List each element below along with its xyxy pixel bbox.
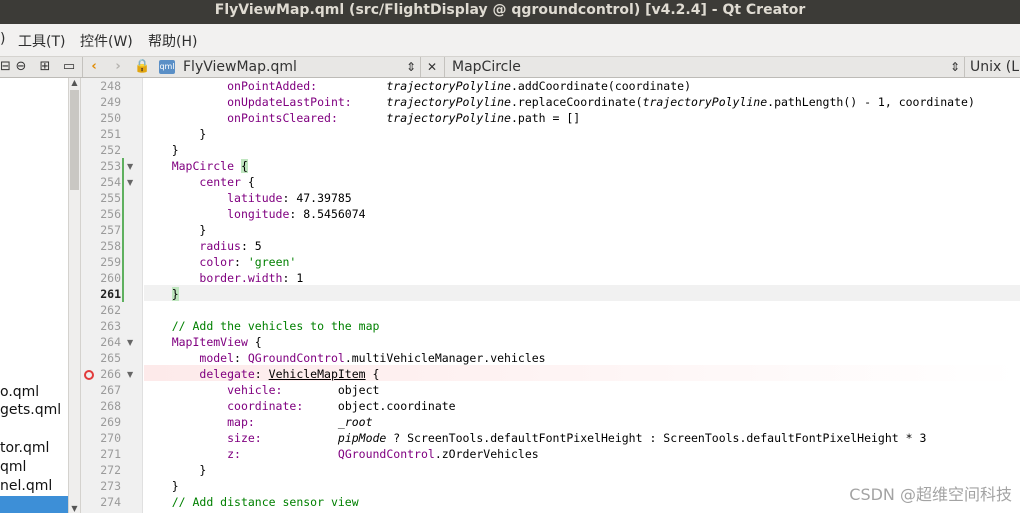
window-title: FlyViewMap.qml (src/FlightDisplay @ qgro…	[214, 2, 806, 18]
line-number[interactable]: 268	[91, 399, 121, 413]
code-line: }	[199, 463, 207, 477]
code-line: delegate: VehicleMapItem {	[199, 367, 380, 381]
scroll-down-icon[interactable]: ▼	[69, 504, 80, 513]
file-list-item[interactable]: qml	[0, 459, 26, 475]
line-number[interactable]: 252	[91, 143, 121, 157]
line-number[interactable]: 250	[91, 111, 121, 125]
selected-row-highlight	[0, 496, 68, 513]
line-number[interactable]: 253	[91, 159, 121, 173]
line-number[interactable]: 265	[91, 351, 121, 365]
code-line: onPointAdded: trajectoryPolyline.addCoor…	[227, 79, 691, 93]
code-line: center {	[199, 175, 255, 189]
breakpoint-icon[interactable]	[84, 370, 94, 380]
code-line: z: QGroundControl.zOrderVehicles	[227, 447, 539, 461]
line-number[interactable]: 262	[91, 303, 121, 317]
code-line: // Add distance sensor view	[171, 495, 359, 509]
code-line: onPointsCleared: trajectoryPolyline.path…	[227, 111, 581, 125]
symbol-updown-icon[interactable]: ⇕	[948, 57, 962, 77]
vertical-scrollbar[interactable]: ▲ ▼	[68, 78, 81, 513]
line-number[interactable]: 266	[91, 367, 121, 381]
line-number[interactable]: 251	[91, 127, 121, 141]
code-line: }	[199, 127, 207, 141]
line-number[interactable]: 272	[91, 463, 121, 477]
document-updown-icon[interactable]: ⇕	[404, 57, 418, 77]
forward-icon[interactable]: ›	[110, 57, 126, 77]
line-number[interactable]: 260	[91, 271, 121, 285]
code-line: border.width: 1	[199, 271, 304, 285]
back-icon[interactable]: ‹	[86, 57, 102, 77]
code-line: }	[199, 223, 207, 237]
code-line: }	[171, 143, 179, 157]
fold-toggle-icon[interactable]: ▼	[127, 338, 137, 347]
change-marker	[122, 158, 124, 302]
line-number-gutter[interactable]: 248 249 250 251 252 253 ▼ 254 ▼ 255 256 257 258 259 26…	[81, 78, 143, 513]
line-number[interactable]: 256	[91, 207, 121, 221]
line-number[interactable]: 270	[91, 431, 121, 445]
file-list-item[interactable]: nel.qml	[0, 478, 52, 494]
line-number[interactable]: 254	[91, 175, 121, 189]
open-document-name[interactable]: FlyViewMap.qml	[183, 57, 297, 77]
code-line: coordinate: object.coordinate	[227, 399, 456, 413]
line-number[interactable]: 273	[91, 479, 121, 493]
qml-file-icon: qml	[159, 60, 175, 74]
scrollbar-thumb[interactable]	[70, 90, 79, 190]
menu-bar: ) 工具(T) 控件(W) 帮助(H)	[0, 24, 1020, 57]
line-number[interactable]: 258	[91, 239, 121, 253]
split-icon[interactable]: ⊟	[0, 57, 11, 77]
code-line: }	[171, 287, 179, 301]
menu-item-widgets[interactable]: 控件(W)	[80, 31, 133, 51]
code-line: latitude: 47.39785	[227, 191, 352, 205]
file-list-item[interactable]: gets.qml	[0, 402, 61, 418]
line-number[interactable]: 255	[91, 191, 121, 205]
current-line-highlight	[144, 285, 1020, 301]
line-number[interactable]: 267	[91, 383, 121, 397]
file-list-item[interactable]: o.qml	[0, 384, 39, 400]
code-line: // Add the vehicles to the map	[171, 319, 380, 333]
lock-icon: 🔒	[134, 59, 151, 74]
line-number[interactable]: 248	[91, 79, 121, 93]
code-line: MapItemView {	[171, 335, 262, 349]
line-number[interactable]: 269	[91, 415, 121, 429]
editor-toolbar: ⊟ ⊖ ⊞ ▭ ‹ › 🔒 qml FlyViewMap.qml ⇕ ✕ Map…	[0, 57, 1020, 78]
code-line: }	[171, 479, 179, 493]
code-line: longitude: 8.5456074	[227, 207, 366, 221]
watermark: CSDN @超维空间科技	[849, 485, 1012, 504]
link-icon[interactable]: ⊖	[12, 57, 30, 77]
split-window-icon[interactable]: ▭	[60, 57, 78, 77]
split-horizontal-icon[interactable]: ⊞	[36, 57, 54, 77]
fold-toggle-icon[interactable]: ▼	[127, 178, 137, 187]
code-editor[interactable]: onPointAdded: trajectoryPolyline.addCoor…	[144, 78, 1020, 513]
code-line: onUpdateLastPoint: trajectoryPolyline.re…	[227, 95, 975, 109]
line-number[interactable]: 249	[91, 95, 121, 109]
line-ending-selector[interactable]: Unix (LF)	[970, 57, 1020, 77]
line-number[interactable]: 271	[91, 447, 121, 461]
menu-item-help[interactable]: 帮助(H)	[148, 31, 197, 51]
window-title-bar: FlyViewMap.qml (src/FlightDisplay @ qgro…	[0, 0, 1020, 24]
line-number[interactable]: 257	[91, 223, 121, 237]
fold-toggle-icon[interactable]: ▼	[127, 162, 137, 171]
project-file-list: o.qml gets.qml tor.qml qml nel.qml	[0, 78, 68, 513]
code-line: color: 'green'	[199, 255, 297, 269]
scroll-up-icon[interactable]: ▲	[69, 78, 80, 87]
line-number[interactable]: 259	[91, 255, 121, 269]
line-number[interactable]: 264	[91, 335, 121, 349]
line-number[interactable]: 263	[91, 319, 121, 333]
code-line: map: _root	[227, 415, 373, 429]
line-number[interactable]: 261	[91, 287, 121, 301]
file-list-item[interactable]: tor.qml	[0, 440, 49, 456]
menu-item-tools[interactable]: 工具(T)	[18, 31, 65, 51]
line-number[interactable]: 274	[91, 495, 121, 509]
code-line: size: pipMode ? ScreenTools.defaultFontP…	[227, 431, 927, 445]
menu-item-partial[interactable]: )	[0, 31, 5, 47]
code-line: radius: 5	[199, 239, 262, 253]
code-line: MapCircle {	[171, 159, 248, 173]
code-line: vehicle: object	[227, 383, 380, 397]
code-line: model: QGroundControl.multiVehicleManage…	[199, 351, 546, 365]
close-document-icon[interactable]: ✕	[425, 57, 439, 77]
fold-toggle-icon[interactable]: ▼	[127, 370, 137, 379]
symbol-selector[interactable]: MapCircle	[452, 57, 521, 77]
